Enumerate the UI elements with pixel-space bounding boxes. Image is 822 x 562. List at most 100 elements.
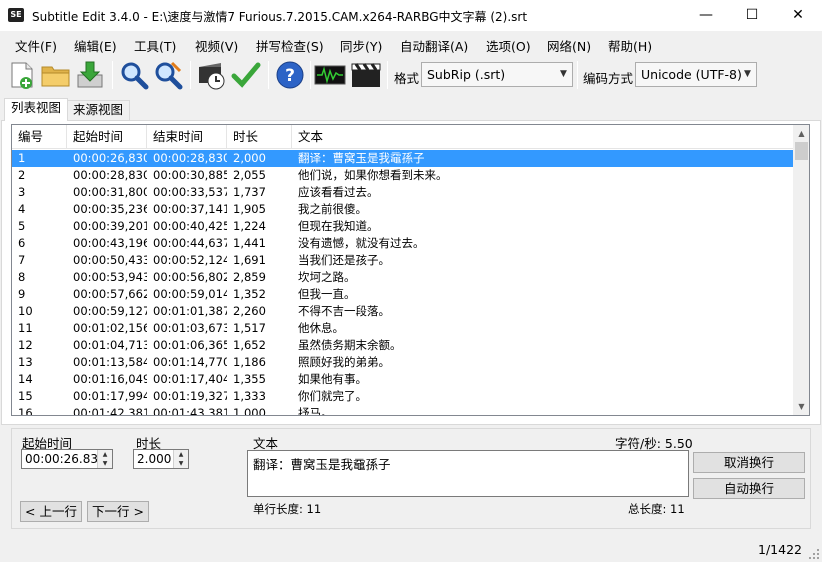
column-header-end[interactable]: 结束时间	[147, 125, 227, 149]
start-time-input[interactable]: 00:00:26.830 ▲ ▼	[21, 449, 113, 469]
new-file-icon[interactable]	[6, 59, 38, 91]
table-row[interactable]: 9 00:00:57,662 00:00:59,014 1,352 但我一直。	[12, 286, 793, 303]
duration-input[interactable]: 2.000 ▲ ▼	[133, 449, 189, 469]
table-row[interactable]: 8 00:00:53,943 00:00:56,802 2,859 坎坷之路。	[12, 269, 793, 286]
spin-up-icon[interactable]: ▲	[174, 450, 188, 459]
menu-options[interactable]: 选项(O)	[486, 36, 531, 55]
tab-list-view[interactable]: 列表视图	[4, 98, 69, 121]
resize-grip-icon[interactable]	[808, 548, 820, 560]
table-row[interactable]: 13 00:01:13,584 00:01:14,770 1,186 照顾好我的弟弟。	[12, 354, 793, 371]
chevron-down-icon: ▼	[560, 69, 567, 79]
encoding-label: 编码方式	[583, 71, 634, 86]
open-folder-icon[interactable]	[40, 59, 72, 91]
format-select[interactable]: SubRip (.srt) ▼	[421, 62, 573, 87]
spin-down-icon[interactable]: ▼	[174, 459, 188, 468]
cell-duration: 1,333	[233, 389, 266, 403]
minimize-button[interactable]: —	[683, 0, 729, 31]
start-time-stepper[interactable]: ▲ ▼	[97, 450, 112, 468]
list-header: 编号 起始时间 结束时间 时长 文本	[12, 125, 793, 149]
column-header-text[interactable]: 文本	[292, 125, 793, 149]
tab-source-view[interactable]: 来源视图	[66, 100, 131, 120]
next-line-button[interactable]: 下一行 >	[87, 501, 149, 522]
cell-end-time: 00:00:33,537	[153, 185, 227, 199]
encoding-value: Unicode (UTF-8)	[641, 67, 742, 82]
replace-icon[interactable]	[152, 59, 184, 91]
menu-help[interactable]: 帮助(H)	[608, 36, 652, 55]
auto-break-button[interactable]: 自动换行	[693, 478, 805, 499]
table-row[interactable]: 11 00:01:02,156 00:01:03,673 1,517 他休息。	[12, 320, 793, 337]
spin-up-icon[interactable]: ▲	[98, 450, 112, 459]
cell-start-time: 00:00:26,830	[73, 151, 147, 165]
table-row[interactable]: 7 00:00:50,433 00:00:52,124 1,691 当我们还是孩子。	[12, 252, 793, 269]
duration-stepper[interactable]: ▲ ▼	[173, 450, 188, 468]
status-bar: 1/1422	[0, 538, 822, 562]
checkmark-icon[interactable]	[230, 59, 262, 91]
maximize-button[interactable]: ☐	[729, 0, 775, 31]
table-row[interactable]: 3 00:00:31,800 00:00:33,537 1,737 应该看看过去。	[12, 184, 793, 201]
cell-end-time: 00:01:17,404	[153, 372, 227, 386]
cell-end-time: 00:00:40,425	[153, 219, 227, 233]
menu-spellcheck[interactable]: 拼写检查(S)	[256, 36, 324, 55]
cell-number: 1	[18, 151, 26, 165]
subtitle-text-editor[interactable]: 翻译：曹窝玉是我黿孫子	[247, 450, 689, 497]
menu-video[interactable]: 视频(V)	[195, 36, 238, 55]
cell-text: 翻译：曹窝玉是我黿孫子	[298, 151, 425, 165]
cell-number: 11	[18, 321, 33, 335]
subtitle-list[interactable]: 编号 起始时间 结束时间 时长 文本 1 00:00:26,830 00:00:28…	[11, 124, 810, 416]
find-icon[interactable]	[118, 59, 150, 91]
menu-network[interactable]: 网络(N)	[547, 36, 591, 55]
cell-duration: 1,737	[233, 185, 266, 199]
menu-sync[interactable]: 同步(Y)	[340, 36, 382, 55]
table-row[interactable]: 10 00:00:59,127 00:01:01,387 2,260 不得不吉一段落。	[12, 303, 793, 320]
cell-text: 但我一直。	[298, 287, 356, 301]
scrollbar-thumb[interactable]	[795, 142, 808, 160]
cell-end-time: 00:01:43,381	[153, 406, 227, 416]
help-icon[interactable]: ?	[274, 59, 306, 91]
cell-number: 7	[18, 253, 26, 267]
cell-end-time: 00:00:28,830	[153, 151, 227, 165]
line-count-status: 1/1422	[758, 542, 802, 557]
spin-down-icon[interactable]: ▼	[98, 459, 112, 468]
column-header-number[interactable]: 编号	[12, 125, 67, 149]
cell-end-time: 00:01:14,770	[153, 355, 227, 369]
waveform-icon[interactable]	[314, 59, 346, 91]
table-row[interactable]: 2 00:00:28,830 00:00:30,885 2,055 他们说，如果你想看到…	[12, 167, 793, 184]
menu-file[interactable]: 文件(F)	[15, 36, 57, 55]
previous-line-button[interactable]: < 上一行	[20, 501, 82, 522]
toolbar-separator	[387, 61, 388, 89]
column-header-start[interactable]: 起始时间	[67, 125, 147, 149]
table-row[interactable]: 6 00:00:43,196 00:00:44,637 1,441 没有遗憾，就没有过去…	[12, 235, 793, 252]
table-row[interactable]: 12 00:01:04,713 00:01:06,365 1,652 虽然债务期末余额。	[12, 337, 793, 354]
table-row[interactable]: 16 00:01:42,381 00:01:43,381 1,000 抒马。	[12, 405, 793, 416]
table-row[interactable]: 5 00:00:39,201 00:00:40,425 1,224 但现在我知道。	[12, 218, 793, 235]
format-value: SubRip (.srt)	[427, 67, 506, 82]
cell-end-time: 00:00:56,802	[153, 270, 227, 284]
video-clapper-icon[interactable]	[350, 59, 382, 91]
unbreak-button[interactable]: 取消换行	[693, 452, 805, 473]
start-time-value: 00:00:26.830	[25, 452, 106, 466]
format-label: 格式	[394, 71, 420, 86]
cell-start-time: 00:01:13,584	[73, 355, 147, 369]
close-button[interactable]: ✕	[775, 0, 821, 31]
cell-duration: 1,441	[233, 236, 266, 250]
cell-text: 你们就完了。	[298, 389, 367, 403]
column-header-duration[interactable]: 时长	[227, 125, 292, 149]
table-row[interactable]: 4 00:00:35,236 00:00:37,141 1,905 我之前很傻。	[12, 201, 793, 218]
menu-edit[interactable]: 编辑(E)	[74, 36, 117, 55]
cell-end-time: 00:01:06,365	[153, 338, 227, 352]
vertical-scrollbar[interactable]: ▲ ▼	[793, 125, 809, 415]
scroll-down-icon[interactable]: ▼	[793, 398, 809, 415]
scroll-up-icon[interactable]: ▲	[793, 125, 809, 142]
menu-autotranslate[interactable]: 自动翻译(A)	[400, 36, 468, 55]
cell-end-time: 00:00:37,141	[153, 202, 227, 216]
cell-number: 8	[18, 270, 26, 284]
cell-number: 14	[18, 372, 33, 386]
menu-tools[interactable]: 工具(T)	[134, 36, 176, 55]
cell-duration: 1,224	[233, 219, 266, 233]
save-download-icon[interactable]	[74, 59, 106, 91]
encoding-select[interactable]: Unicode (UTF-8) ▼	[635, 62, 757, 87]
visual-sync-icon[interactable]	[196, 59, 228, 91]
table-row[interactable]: 14 00:01:16,049 00:01:17,404 1,355 如果他有事。	[12, 371, 793, 388]
table-row[interactable]: 1 00:00:26,830 00:00:28,830 2,000 翻译：曹窝玉是我黿孫…	[12, 150, 793, 167]
table-row[interactable]: 15 00:01:17,994 00:01:19,327 1,333 你们就完了。	[12, 388, 793, 405]
